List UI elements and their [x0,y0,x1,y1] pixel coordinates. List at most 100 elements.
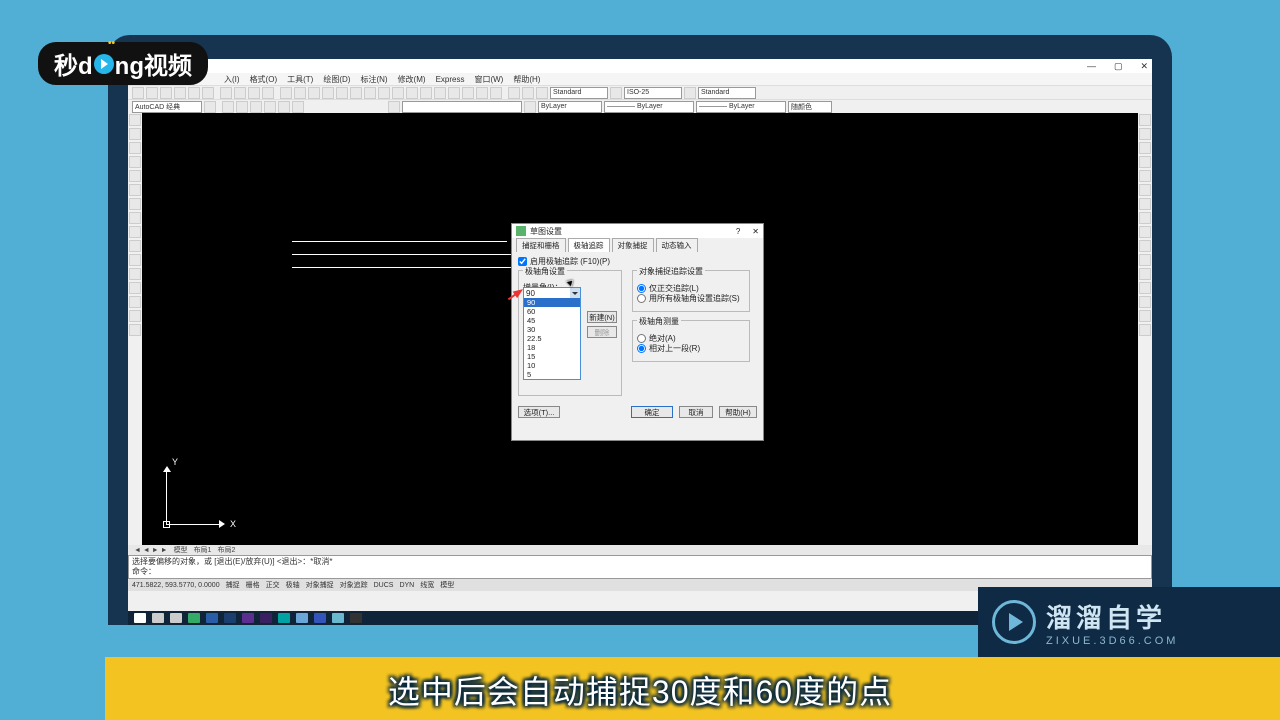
tab-polar-tracking[interactable]: 极轴追踪 [568,238,610,252]
tool-icon[interactable] [204,101,216,113]
tool-icon[interactable] [406,87,418,99]
tab-nav[interactable]: ◄ ◄ ► ► [134,547,168,554]
menu-item[interactable]: 入(I) [224,74,240,85]
menu-item[interactable]: Express [436,75,465,84]
arc-icon[interactable] [129,170,141,182]
tool-icon[interactable] [1139,226,1151,238]
tool-icon[interactable] [1139,254,1151,266]
ortho-only-radio[interactable] [637,284,646,293]
tool-icon[interactable] [420,87,432,99]
enable-polar-checkbox[interactable] [518,257,527,266]
close-button[interactable]: ✕ [1140,61,1148,72]
tool-icon[interactable] [522,87,534,99]
tool-icon[interactable] [1139,240,1151,252]
tool-icon[interactable] [132,87,144,99]
tool-icon[interactable] [322,87,334,99]
tool-icon[interactable] [1139,156,1151,168]
tool-icon[interactable] [378,87,390,99]
delete-angle-button[interactable]: 删除 [587,326,617,338]
tool-icon[interactable] [1139,184,1151,196]
menu-bar[interactable]: 入(I) 格式(O) 工具(T) 绘图(D) 标注(N) 修改(M) Expre… [128,73,1152,85]
app-icon[interactable] [332,613,344,623]
tool-icon[interactable] [188,87,200,99]
minimize-button[interactable]: — [1087,61,1096,71]
linetype-dropdown[interactable]: ———— ByLayer [604,101,694,113]
tool-icon[interactable] [1139,212,1151,224]
tool-icon[interactable] [536,87,548,99]
tool-icon[interactable] [1139,268,1151,280]
tool-icon[interactable] [129,296,141,308]
increment-option[interactable]: 45 [524,316,580,325]
status-toggle[interactable]: 模型 [440,580,454,590]
command-prompt[interactable]: 命令： [132,567,1148,577]
spline-icon[interactable] [129,198,141,210]
tool-icon[interactable] [202,87,214,99]
tool-icon[interactable] [1139,170,1151,182]
polyline-icon[interactable] [129,128,141,140]
pr-icon[interactable] [242,613,254,623]
word-icon[interactable] [206,613,218,623]
excel-icon[interactable] [188,613,200,623]
status-toggle[interactable]: 栅格 [246,580,260,590]
tool-icon[interactable] [392,87,404,99]
search-icon[interactable] [152,613,164,623]
taskview-icon[interactable] [170,613,182,623]
menu-item[interactable]: 窗口(W) [474,74,503,85]
tool-icon[interactable] [308,87,320,99]
increment-angle-dropdown[interactable]: 90 90 60 45 30 22.5 18 15 10 5 [523,287,581,380]
hatch-icon[interactable] [129,254,141,266]
text-style-dropdown[interactable]: Standard [550,87,608,99]
line-icon[interactable] [129,114,141,126]
table-style-dropdown[interactable]: Standard [698,87,756,99]
dialog-close-button[interactable]: ✕ [752,227,759,236]
increment-option[interactable]: 90 [524,298,580,307]
tool-icon[interactable] [448,87,460,99]
increment-option[interactable]: 10 [524,361,580,370]
menu-item[interactable]: 格式(O) [250,74,278,85]
options-button[interactable]: 选项(T)... [518,406,560,418]
ae-icon[interactable] [260,613,272,623]
tool-icon[interactable] [1139,310,1151,322]
tab-snap-grid[interactable]: 捕捉和栅格 [516,238,566,252]
tool-icon[interactable] [262,87,274,99]
increment-option[interactable]: 30 [524,325,580,334]
ok-button[interactable]: 确定 [631,406,673,418]
dialog-help-button[interactable]: ? [736,227,740,236]
tool-icon[interactable] [434,87,446,99]
tool-icon[interactable] [129,226,141,238]
absolute-radio[interactable] [637,334,646,343]
menu-item[interactable]: 标注(N) [360,74,387,85]
tool-icon[interactable] [1139,198,1151,210]
menu-item[interactable]: 修改(M) [398,74,426,85]
workspace-dropdown[interactable]: AutoCAD 经典 [132,101,202,113]
increment-option[interactable]: 60 [524,307,580,316]
increment-option[interactable]: 18 [524,343,580,352]
status-toggle[interactable]: 对象捕捉 [306,580,334,590]
help-button[interactable]: 帮助(H) [719,406,757,418]
menu-item[interactable]: 绘图(D) [323,74,350,85]
status-toggle[interactable]: 线宽 [420,580,434,590]
tool-icon[interactable] [264,101,276,113]
menu-item[interactable]: 工具(T) [287,74,313,85]
tool-icon[interactable] [1139,114,1151,126]
tool-icon[interactable] [278,101,290,113]
command-line[interactable]: 选择要偏移的对象，或 [退出(E)/放弃(U)] <退出>：*取消* 命令： [128,555,1152,579]
tool-icon[interactable] [524,101,536,113]
tool-icon[interactable] [336,87,348,99]
increment-options-list[interactable]: 90 60 45 30 22.5 18 15 10 5 [524,298,580,379]
increment-option[interactable]: 5 [524,370,580,379]
status-toggle[interactable]: 正交 [266,580,280,590]
status-toggle[interactable]: 极轴 [286,580,300,590]
relative-radio[interactable] [637,344,646,353]
dim-style-dropdown[interactable]: ISO-25 [624,87,682,99]
tool-icon[interactable] [129,268,141,280]
ellipse-icon[interactable] [129,212,141,224]
app-icon[interactable] [350,613,362,623]
status-toggle[interactable]: DYN [399,582,414,589]
tool-icon[interactable] [160,87,172,99]
tab-dynamic-input[interactable]: 动态输入 [656,238,698,252]
tool-icon[interactable] [1139,296,1151,308]
app-icon[interactable] [278,613,290,623]
polygon-icon[interactable] [129,142,141,154]
tool-icon[interactable] [350,87,362,99]
